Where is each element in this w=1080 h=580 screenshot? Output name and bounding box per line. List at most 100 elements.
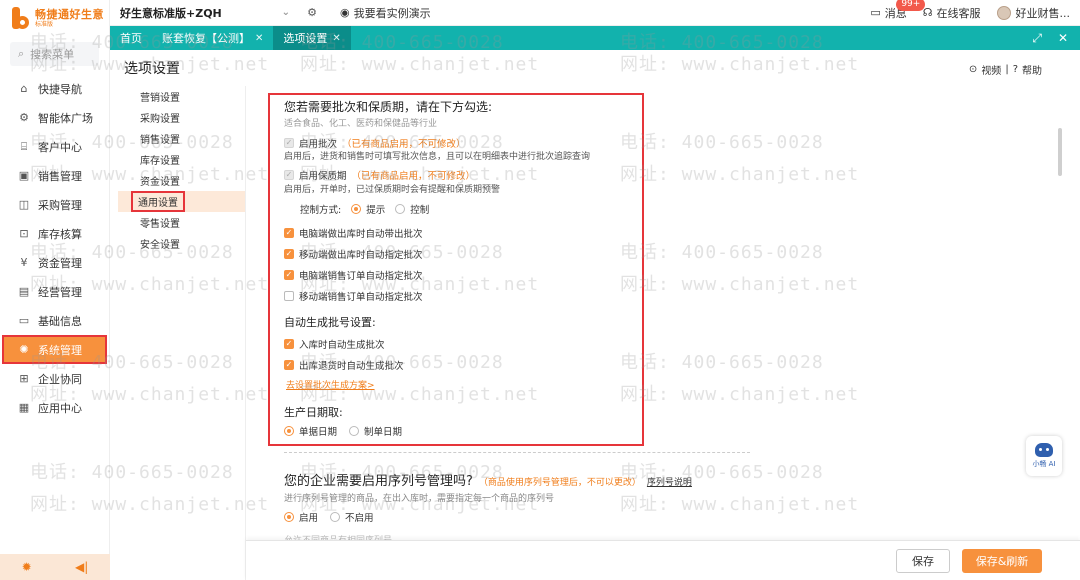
messages-button[interactable]: ▭ 消息 99+	[870, 0, 926, 21]
menu-item-collaboration[interactable]: ⊞ 企业协同	[0, 364, 109, 393]
menu-item-label: 经营管理	[38, 285, 82, 299]
menu-item-label: 系统管理	[38, 343, 82, 357]
serial-disable-radio[interactable]: 不启用	[330, 510, 374, 524]
prod-date-title: 生产日期取:	[284, 406, 343, 419]
logo-edition: 标准版	[35, 20, 54, 28]
save-refresh-button[interactable]: 保存&刷新	[962, 549, 1042, 573]
serial-doc-link[interactable]: 序列号说明	[647, 475, 692, 488]
menu-item-label: 销售管理	[38, 169, 82, 183]
user-menu[interactable]: 好业财售...	[996, 5, 1070, 21]
auto-gen-inbound[interactable]: ✓ 入库时自动生成批次	[284, 337, 385, 351]
menu-item-label: 智能体广场	[38, 111, 93, 125]
auto-option-pc-sales-order[interactable]: ✓ 电脑端销售订单自动指定批次	[284, 268, 423, 282]
settings-nav-general[interactable]: 通用设置	[118, 191, 245, 212]
option-label: 移动端做出库时自动指定批次	[299, 250, 423, 261]
menu-item-purchase[interactable]: ◫ 采购管理	[0, 190, 109, 219]
close-icon[interactable]: ✕	[255, 33, 263, 44]
settings-nav-label: 营销设置	[140, 93, 180, 104]
enable-expiry-checkbox[interactable]: ✓ 启用保质期 （已有商品启用，不可修改）	[284, 168, 475, 182]
checkbox-disabled-checked: ✓	[284, 138, 294, 148]
settings-nav-label: 库存设置	[140, 156, 180, 167]
cart-icon: ▣	[18, 169, 30, 182]
control-mode-prompt-radio[interactable]: 提示	[351, 202, 385, 216]
settings-nav-security[interactable]: 安全设置	[118, 233, 245, 254]
money-icon: ¥	[20, 256, 28, 269]
account-selector[interactable]: 好生意标准版+ZQH ⌄	[110, 5, 300, 21]
menu-item-basic-info[interactable]: ▭ 基础信息	[0, 306, 109, 335]
serial-on-label: 启用	[299, 513, 319, 524]
prod-opt1-label: 单据日期	[299, 427, 338, 438]
settings-nav-marketing[interactable]: 营销设置	[118, 86, 245, 107]
prod-date-doc-radio[interactable]: 单据日期	[284, 424, 337, 438]
demo-label: 我要看实例演示	[353, 6, 431, 20]
video-link[interactable]: 视频	[981, 62, 1001, 77]
radio-unselected	[349, 426, 360, 436]
collapse-sidebar-icon[interactable]: ◀|	[75, 560, 88, 574]
option-label: 移动端销售订单自动指定批次	[299, 292, 423, 303]
menu-item-system[interactable]: ✺ 系统管理	[2, 335, 107, 364]
menu-item-sales[interactable]: ▣ 销售管理	[0, 161, 109, 190]
ai-assistant-button[interactable]: 小畅 AI	[1026, 436, 1062, 476]
menu-item-customer[interactable]: ⌸ 客户中心	[0, 132, 109, 161]
settings-nav-sales[interactable]: 销售设置	[118, 128, 245, 149]
tab-account-restore[interactable]: 账套恢复【公测】 ✕	[152, 26, 273, 50]
auto-option-pc-outbound[interactable]: ✓ 电脑端做出库时自动带出批次	[284, 226, 423, 240]
section-divider	[284, 452, 750, 453]
settings-gear-icon[interactable]: ✹	[22, 560, 32, 574]
settings-icon: ✺	[19, 343, 29, 356]
logo-icon	[12, 7, 30, 29]
auto-gen-return[interactable]: ✓ 出库退货时自动生成批次	[284, 358, 404, 372]
help-link[interactable]: 帮助	[1022, 62, 1042, 77]
radio-selected	[284, 512, 294, 522]
prod-date-make-radio[interactable]: 制单日期	[349, 424, 402, 438]
auto-option-mobile-sales-order[interactable]: 移动端销售订单自动指定批次	[284, 289, 423, 303]
option-label: 出库退货时自动生成批次	[299, 361, 404, 372]
left-sidebar: 畅捷通好生意 标准版 ⌕ 搜索菜单 ⌂ 快捷导航 ⚙ 智能体广场 ⌸ 客户中心 ▣ 销售…	[0, 0, 110, 580]
app-logo[interactable]: 畅捷通好生意 标准版	[0, 0, 109, 36]
enable-batch-label: 启用批次	[299, 139, 338, 150]
serial-note: （商品使用序列号管理后，不可以更改）	[478, 478, 641, 488]
menu-item-label: 快捷导航	[38, 82, 82, 96]
vertical-scrollbar[interactable]	[1058, 128, 1062, 176]
option-label: 入库时自动生成批次	[299, 340, 385, 351]
tab-home[interactable]: 首页	[110, 26, 152, 50]
auto-option-mobile-outbound[interactable]: ✓ 移动端做出库时自动指定批次	[284, 247, 423, 261]
close-all-icon[interactable]: ✕	[1058, 31, 1068, 46]
close-icon[interactable]: ✕	[332, 33, 340, 44]
menu-item-agent-square[interactable]: ⚙ 智能体广场	[0, 103, 109, 132]
checkbox-checked: ✓	[284, 249, 294, 259]
batch-rule-link[interactable]: 去设置批次生成方案>	[286, 378, 375, 391]
menu-item-funds[interactable]: ¥ 资金管理	[0, 248, 109, 277]
tab-options[interactable]: 选项设置 ✕	[273, 26, 351, 50]
menu-item-app-center[interactable]: ▦ 应用中心	[0, 393, 109, 422]
avatar	[996, 5, 1011, 20]
account-settings-icon[interactable]: ⚙	[304, 6, 320, 19]
menu-item-inventory[interactable]: ⊡ 库存核算	[0, 219, 109, 248]
enable-batch-checkbox[interactable]: ✓ 启用批次 （已有商品启用，不可修改）	[284, 136, 466, 150]
demo-link[interactable]: ◉ 我要看实例演示	[340, 5, 431, 21]
settings-content: 您若需要批次和保质期，请在下方勾选: 适合食品、化工、医药和保健品等行业 ✓ 启…	[246, 86, 1080, 580]
online-service-button[interactable]: ☊ 在线客服	[923, 5, 981, 21]
serial-off-label: 不启用	[345, 513, 374, 524]
help-icon: ?	[1012, 64, 1018, 75]
menu-item-label: 应用中心	[38, 401, 82, 415]
settings-nav-funds[interactable]: 资金设置	[118, 170, 245, 191]
action-footer: 保存 保存&刷新	[246, 540, 1080, 580]
control-mode-control-radio[interactable]: 控制	[395, 202, 429, 216]
serial-enable-radio[interactable]: 启用	[284, 510, 318, 524]
settings-nav-retail[interactable]: 零售设置	[118, 212, 245, 233]
menu-item-operations[interactable]: ▤ 经营管理	[0, 277, 109, 306]
settings-nav-label: 通用设置	[131, 191, 185, 212]
menu-item-label: 资金管理	[38, 256, 82, 270]
save-button[interactable]: 保存	[896, 549, 950, 573]
enable-expiry-note: （已有商品启用，不可修改）	[351, 171, 476, 182]
settings-nav-purchase[interactable]: 采购设置	[118, 107, 245, 128]
menu-search-input[interactable]: ⌕ 搜索菜单	[10, 42, 99, 66]
control-control-label: 控制	[410, 205, 430, 216]
page-help-links: ⊙ 视频 | ? 帮助	[969, 62, 1042, 77]
settings-nav-inventory[interactable]: 库存设置	[118, 149, 245, 170]
menu-item-label: 企业协同	[38, 372, 82, 386]
menu-item-quick-nav[interactable]: ⌂ 快捷导航	[0, 74, 109, 103]
control-prompt-label: 提示	[366, 205, 386, 216]
expand-icon[interactable]: ⤢	[1032, 31, 1042, 46]
